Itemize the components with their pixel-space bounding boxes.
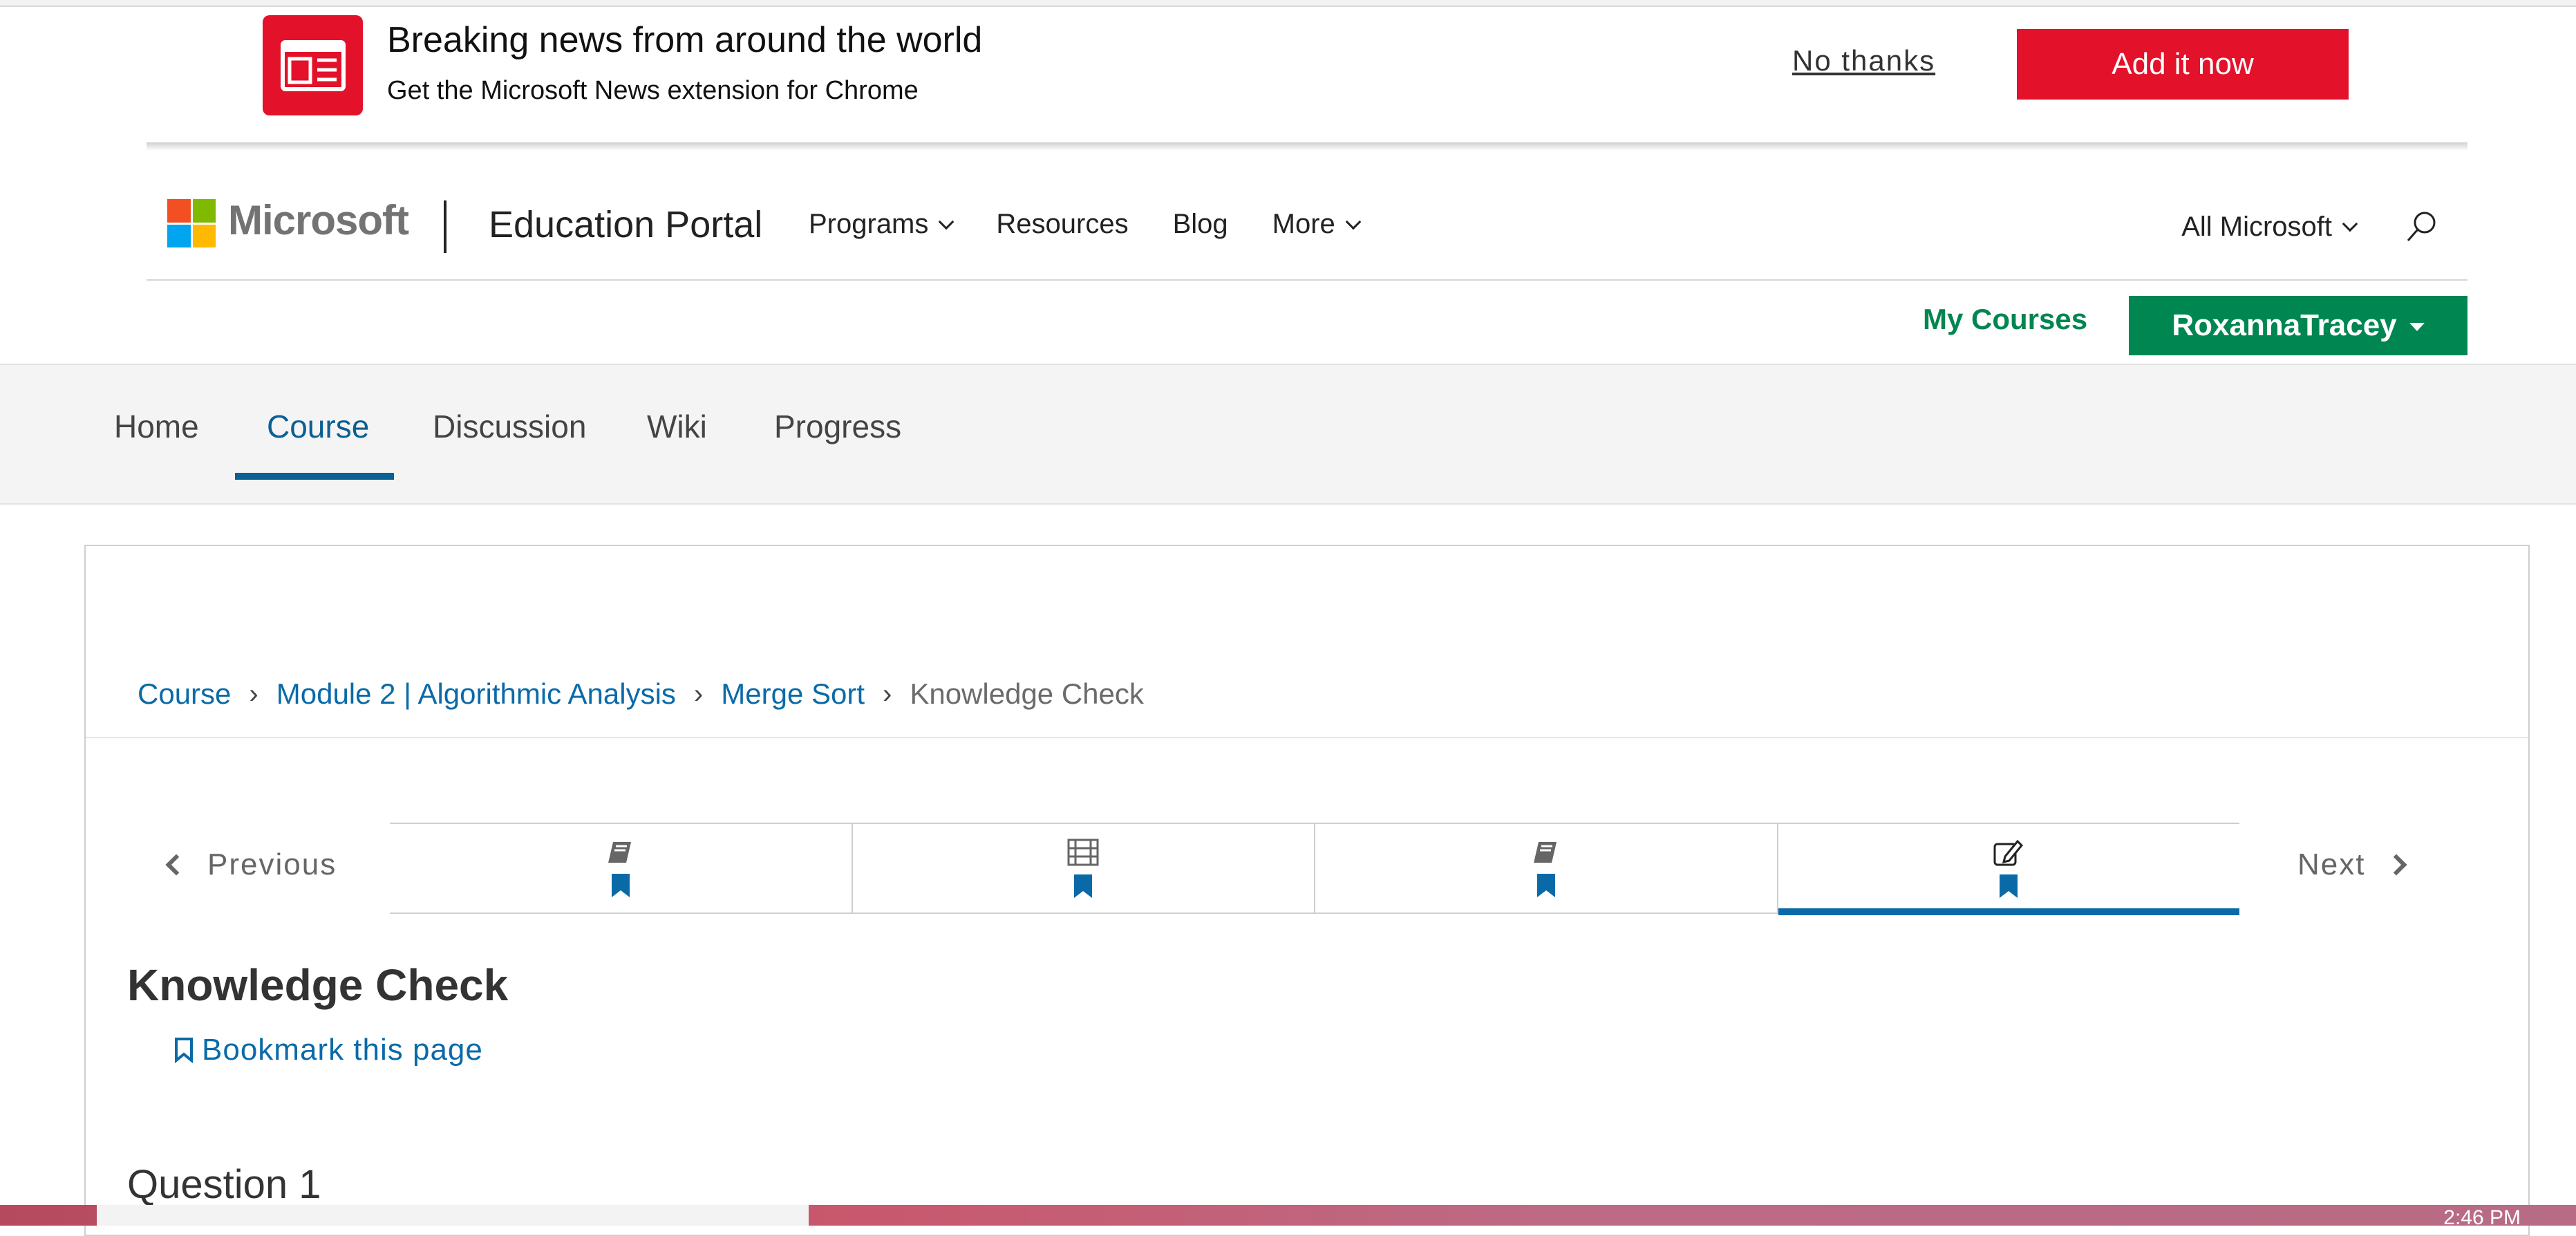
nav-blog[interactable]: Blog [1173, 209, 1228, 240]
nav-more[interactable]: More [1272, 209, 1362, 240]
news-icon [263, 15, 363, 115]
nav-more-label: More [1272, 209, 1335, 239]
bookmark-icon [2000, 874, 2018, 898]
extension-banner: Breaking news from around the world Get … [0, 8, 2576, 144]
search-icon[interactable] [2404, 209, 2440, 245]
header-right: All Microsoft [2181, 209, 2440, 245]
book-icon [1533, 842, 1557, 863]
nav-resources-label: Resources [996, 209, 1129, 239]
all-microsoft-label: All Microsoft [2181, 211, 2332, 242]
course-content: Course › Module 2 | Algorithmic Analysis… [84, 545, 2530, 1236]
no-thanks-link[interactable]: No thanks [1792, 44, 1935, 77]
question-title: Question 1 [127, 1162, 321, 1207]
bookmark-icon [1536, 874, 1555, 897]
chevron-right-icon: › [693, 678, 704, 709]
previous-label: Previous [207, 848, 337, 881]
taskbar-clock: 2:46 PM [2443, 1206, 2521, 1229]
taskbar: 2:46 PM [0, 1205, 2576, 1229]
breadcrumb: Course › Module 2 | Algorithmic Analysis… [138, 677, 1144, 711]
taskbar-search-box[interactable] [97, 1205, 809, 1226]
bookmark-icon [611, 874, 630, 897]
main-nav: Programs Resources Blog More [809, 209, 1403, 240]
sequence-units [390, 823, 2240, 915]
bookmark-page-button[interactable]: Bookmark this page [174, 1033, 483, 1067]
microsoft-wordmark[interactable]: Microsoft [228, 196, 409, 244]
tab-wiki[interactable]: Wiki [647, 408, 707, 445]
chevron-down-icon [1345, 214, 1362, 230]
sequence-unit-2[interactable] [853, 824, 1315, 912]
bookmark-page-label: Bookmark this page [202, 1033, 483, 1067]
breadcrumb-current: Knowledge Check [910, 677, 1144, 710]
nav-programs-label: Programs [809, 209, 929, 239]
next-label: Next [2297, 848, 2366, 881]
nav-resources[interactable]: Resources [996, 209, 1128, 240]
banner-title: Breaking news from around the world [387, 20, 983, 60]
tab-discussion[interactable]: Discussion [433, 408, 586, 445]
edit-icon [1993, 839, 2024, 866]
breadcrumb-course[interactable]: Course [138, 677, 231, 711]
unit-title: Knowledge Check [127, 960, 509, 1010]
header-divider [444, 200, 446, 253]
chevron-down-icon [2342, 216, 2358, 232]
my-courses-link[interactable]: My Courses [1923, 303, 2087, 336]
active-tab-indicator [235, 473, 394, 480]
chevron-right-icon: › [249, 678, 258, 709]
user-row: My Courses RoxannaTracey [147, 282, 2467, 364]
nav-blog-label: Blog [1172, 209, 1228, 239]
sequence-unit-4[interactable] [1778, 824, 2240, 915]
tab-course[interactable]: Course [267, 408, 369, 445]
site-header: Microsoft Education Portal Programs Reso… [147, 152, 2467, 281]
breadcrumb-module[interactable]: Module 2 | Algorithmic Analysis [276, 677, 676, 711]
tab-progress[interactable]: Progress [774, 408, 901, 445]
microsoft-logo-icon[interactable] [167, 199, 216, 247]
chevron-down-icon [939, 214, 955, 230]
banner-shadow [147, 142, 2467, 151]
user-menu-button[interactable]: RoxannaTracey [2129, 296, 2467, 355]
breadcrumb-divider [86, 737, 2528, 738]
banner-subtitle: Get the Microsoft News extension for Chr… [387, 76, 919, 105]
all-microsoft-menu[interactable]: All Microsoft [2181, 211, 2358, 243]
nav-programs[interactable]: Programs [809, 209, 955, 240]
course-tabs: Home Course Discussion Wiki Progress [0, 364, 2576, 505]
breadcrumb-section[interactable]: Merge Sort [721, 677, 865, 711]
next-button[interactable]: Next [2297, 848, 2408, 882]
chevron-right-icon [2385, 854, 2408, 876]
username-label: RoxannaTracey [2172, 308, 2397, 342]
add-it-now-button[interactable]: Add it now [2017, 29, 2349, 100]
browser-top-edge [0, 0, 2576, 7]
bookmark-outline-icon [175, 1038, 193, 1063]
caret-down-icon [2409, 323, 2425, 331]
sequence-unit-3[interactable] [1315, 824, 1778, 912]
chevron-right-icon: › [883, 678, 892, 709]
sequence-unit-1[interactable] [390, 824, 853, 912]
video-icon [1067, 839, 1099, 866]
portal-title[interactable]: Education Portal [489, 203, 762, 246]
tab-home[interactable]: Home [114, 408, 199, 445]
book-icon [608, 842, 631, 863]
previous-button[interactable]: Previous [165, 848, 337, 882]
sequence-nav: Previous Next [86, 823, 2528, 919]
bookmark-icon [1074, 874, 1093, 898]
chevron-left-icon [165, 854, 187, 876]
